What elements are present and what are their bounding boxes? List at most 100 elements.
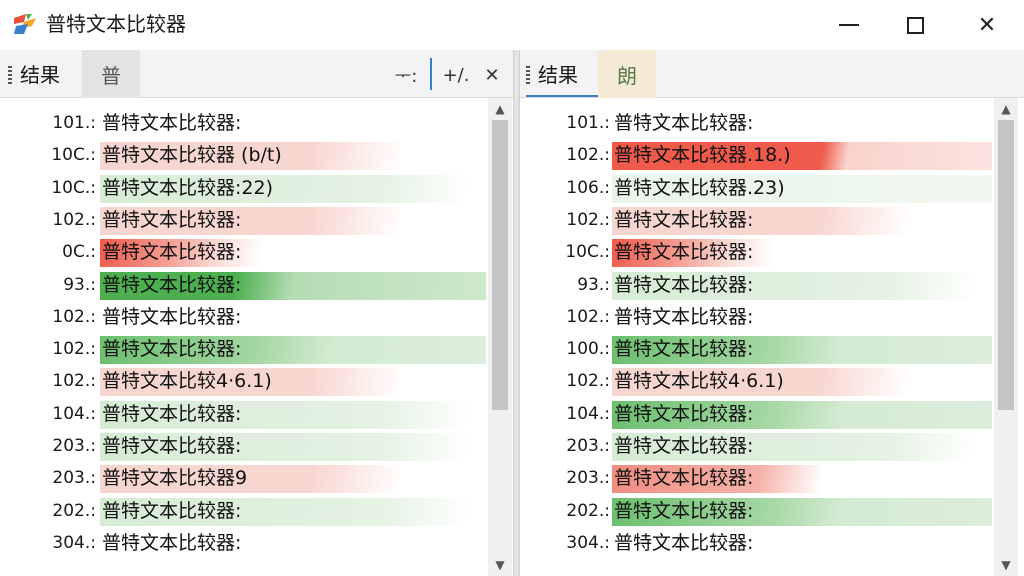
line-number: 203.: [566,468,610,489]
scroll-thumb[interactable] [492,120,508,410]
scroll-up-icon[interactable]: ▲ [994,98,1018,120]
line-number: 104.: [566,403,610,424]
line-number: 93.: [577,274,610,295]
list-item[interactable]: 203.: 普特文本比较器: [0,431,513,461]
list-item[interactable]: 202.: 普特文本比较器: [0,496,513,526]
list-item[interactable]: 203.: 普特文本比较器: [520,431,1024,461]
window-title: 普特文本比较器 [46,12,186,36]
right-scrollbar[interactable]: ▲ ▼ [994,98,1018,576]
line-number: 102.: [566,209,610,230]
right-result-list: 101.: 普特文本比较器: 102.: 普特文本比较器.18.) 106.: 普特文本比… [520,98,1024,576]
line-number: 10C.: [51,145,96,166]
list-item[interactable]: 102.: 普特文本比较器: [0,302,513,332]
list-item[interactable]: 93.: 普特文本比较器: [520,270,1024,300]
line-number: 104.: [52,403,96,424]
list-item[interactable]: 304.: 普特文本比较器: [520,528,1024,558]
list-item[interactable]: 100.: 普特文本比较器: [520,334,1024,365]
tab-secondary-left[interactable]: 普 [82,50,140,98]
line-text: 普特文本比较器: [102,531,242,554]
scroll-down-icon[interactable]: ▼ [994,554,1018,576]
drag-grip-icon[interactable] [8,66,12,84]
tab-result-right[interactable]: 结果 [538,62,578,88]
close-window-button[interactable]: ✕ [956,0,1018,50]
line-text: 普特文本比较器.23) [614,176,785,199]
line-text: 普特文本比较器: [102,435,242,457]
list-item[interactable]: 10C.: 普特文本比较器 (b/t) [0,140,513,171]
line-number: 102.: [566,145,610,166]
close-pane-button[interactable]: ✕ [478,62,506,88]
scroll-up-icon[interactable]: ▲ [488,98,512,120]
line-number: 102.: [52,339,96,360]
left-toolbar: 结果 普 ᅮ: +∕. ✕ [0,50,513,98]
line-number: 102.: [52,306,96,327]
left-scrollbar[interactable]: ▲ ▼ [488,98,512,576]
filter-button[interactable]: ᅮ: [392,62,420,88]
list-item[interactable]: 102.: 普特文本比较器: [0,334,513,365]
app-logo-icon [14,14,36,34]
drag-grip-icon[interactable] [526,66,530,84]
list-item[interactable]: 203.: 普特文本比较器9 [0,463,513,494]
line-text: 普特文本比较4·6.1) [102,370,272,393]
list-item[interactable]: 203.: 普特文本比较器: [520,463,1024,494]
list-item[interactable]: 102.: 普特文本比较器: [520,205,1024,235]
list-item[interactable]: 102.: 普特文本比较器: [0,205,513,235]
line-number: 102.: [52,371,96,392]
line-text: 普特文本比较器: [102,305,242,328]
sort-icon: +∕. [442,64,470,86]
list-item[interactable]: 102.: 普特文本比较4·6.1) [0,366,513,397]
scroll-down-icon[interactable]: ▼ [488,554,512,576]
line-number: 10C.: [51,177,96,198]
maximize-button[interactable] [884,0,946,50]
list-item[interactable]: 101.: 普特文本比较器: [520,108,1024,138]
list-item[interactable]: 102.: 普特文本比较器.18.) [520,140,1024,171]
minimize-button[interactable] [818,0,880,50]
toolbar-separator [430,58,432,90]
list-item[interactable]: 104.: 普特文本比较器: [0,399,513,429]
line-text: 普特文本比较器: [614,499,754,522]
line-text: 普特文本比较器: [102,208,242,231]
line-number: 202.: [566,500,610,521]
list-item[interactable]: 102.: 普特文本比较4·6.1) [520,366,1024,397]
line-text: 普特文本比较器: [614,467,754,490]
line-number: 202.: [52,500,96,521]
line-text: 普特文本比较器:22) [102,176,273,199]
line-text: 普特文本比较器: [614,241,754,264]
list-item[interactable]: 10C.: 普特文本比较器:22) [0,173,513,203]
line-number: 304.: [566,532,610,553]
line-text: 普特文本比较器: [102,241,242,264]
list-item[interactable]: 102.: 普特文本比较器: [520,302,1024,332]
line-text: 普特文本比较器: [102,338,242,361]
list-item[interactable]: 202.: 普特文本比较器: [520,496,1024,526]
line-text: 普特文本比较器: [614,273,754,296]
line-text: 普特文本比较器: [102,112,242,134]
scroll-thumb[interactable] [998,120,1014,410]
tab-result-left[interactable]: 结果 [20,62,60,88]
pane-splitter[interactable] [513,50,520,576]
list-item[interactable]: 0C.: 普特文本比较器: [0,237,513,268]
line-text: 普特文本比较器9 [102,467,248,490]
close-icon: ✕ [977,12,997,38]
line-text: 普特文本比较器: [614,208,754,231]
line-text: 普特文本比较器: [614,305,754,328]
minimize-icon [839,24,859,26]
list-item[interactable]: 101.: 普特文本比较器: [0,108,513,138]
line-text: 普特文本比较器: [102,273,242,296]
list-item[interactable]: 10C.: 普特文本比较器: [520,237,1024,268]
left-result-list: 101.: 普特文本比较器: 10C.: 普特文本比较器 (b/t) 10C.: 普特文本… [0,98,513,576]
list-item[interactable]: 104.: 普特文本比较器: [520,399,1024,429]
line-number: 203.: [52,468,96,489]
line-number: 102.: [52,209,96,230]
list-item[interactable]: 93.: 普特文本比较器: [0,270,513,300]
sort-button[interactable]: +∕. [442,62,470,88]
line-number: 304.: [52,532,96,553]
tab-secondary-right[interactable]: 朗 [598,50,656,98]
line-text: 普特文本比较器: [614,112,754,134]
line-text: 普特文本比较器.18.) [614,144,791,167]
line-text: 普特文本比较器: [614,531,754,554]
list-item[interactable]: 106.: 普特文本比较器.23) [520,173,1024,203]
list-item[interactable]: 304.: 普特文本比较器: [0,528,513,558]
line-text: 普特文本比较器 (b/t) [102,144,282,167]
right-toolbar: 结果 朗 [520,50,1024,98]
line-number: 203.: [52,436,96,456]
line-number: 10C.: [565,242,610,263]
